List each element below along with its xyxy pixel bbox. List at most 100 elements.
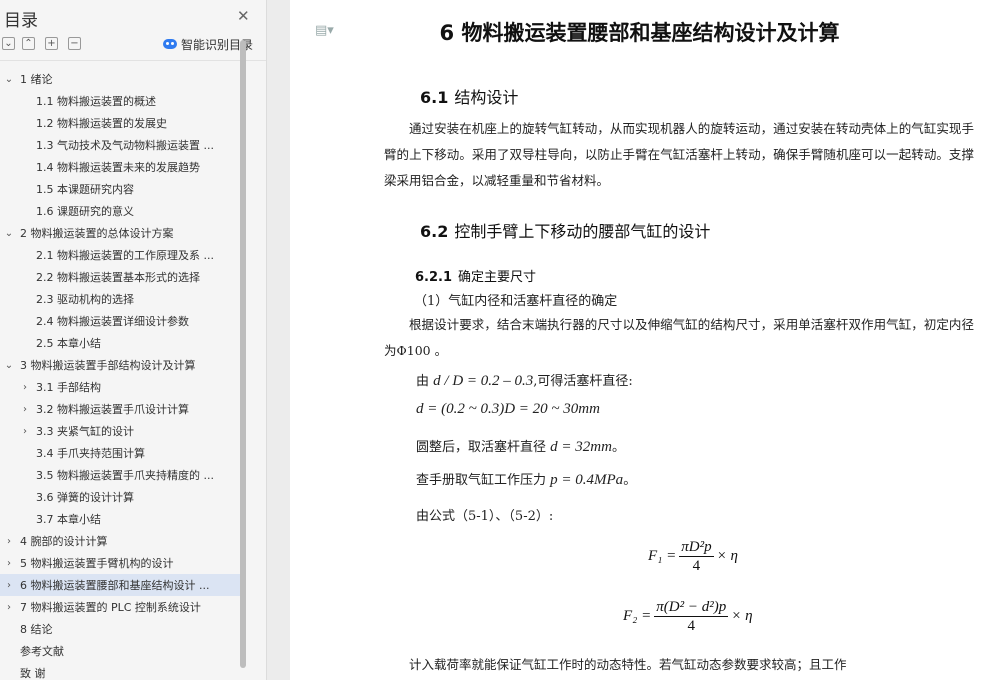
formula-lhs: F₁ = [648,548,677,564]
toc-scrollbar[interactable] [240,40,246,668]
chevron-right-icon[interactable]: › [4,602,14,613]
toc-item-label: 5 物料搬运装置手臂机构的设计 [20,557,174,570]
toc-item[interactable]: 1.4 物料搬运装置未来的发展趋势 [0,156,240,178]
toc-item[interactable]: 2.3 驱动机构的选择 [0,288,240,310]
toc-item[interactable]: › 7 物料搬运装置的 PLC 控制系统设计 [0,596,240,618]
paragraph: 圆整后，取活塞杆直径 d = 32mm。 [416,436,625,456]
toc-item[interactable]: 1.2 物料搬运装置的发展史 [0,112,240,134]
formula-f2: F₂ = π(D² − d²)p 4 × η [623,598,753,635]
formula-lhs: F₂ = [623,608,652,624]
toc-item-label: 2.1 物料搬运装置的工作原理及系 ... [36,249,214,262]
fraction-numerator: πD²p [679,539,714,557]
text: 查手册取气缸工作压力 [416,473,547,488]
toc-item[interactable]: › 3.1 手部结构 [0,376,240,398]
chevron-right-icon[interactable]: › [4,536,14,547]
paragraph: 由 d / D = 0.2 – 0.3,可得活塞杆直径: [416,370,633,390]
toc-item-label: 1.4 物料搬运装置未来的发展趋势 [36,161,200,174]
paragraph: 计入载荷率就能保证气缸工作时的动态特性。若气缸动态参数要求较高；且工作 [409,657,847,672]
toc-item-label: 3.1 手部结构 [36,381,101,394]
toc-item-label: 3.4 手爪夹持范围计算 [36,447,145,460]
toc-item[interactable]: ⌄ 3 物料搬运装置手部结构设计及计算 [0,354,240,376]
chevron-down-icon[interactable]: ⌄ [4,74,14,85]
toc-item-label: 1.6 课题研究的意义 [36,205,134,218]
toc-item[interactable]: 3.6 弹簧的设计计算 [0,486,240,508]
math-line: d = (0.2 ~ 0.3)D = 20 ~ 30mm [416,401,600,418]
toc-item-label: 8 结论 [20,623,53,636]
toc-item-label: 1.2 物料搬运装置的发展史 [36,117,167,130]
toc-item[interactable]: 3.4 手爪夹持范围计算 [0,442,240,464]
toc-item[interactable]: › 4 腕部的设计计算 [0,530,240,552]
math-expression: d = (0.2 ~ 0.3)D = 20 ~ 30mm [416,401,600,417]
chevron-right-icon[interactable]: › [20,404,30,415]
toc-item[interactable]: 3.5 物料搬运装置手爪夹持精度的 ... [0,464,240,486]
toc-item[interactable]: › 3.3 夹紧气缸的设计 [0,420,240,442]
chevron-right-icon[interactable]: › [20,426,30,437]
toc-item-label: 3 物料搬运装置手部结构设计及计算 [20,359,196,372]
toc-item-label: 1 绪论 [20,73,53,86]
toc-item-label: 1.5 本课题研究内容 [36,183,134,196]
fraction: πD²p 4 [679,538,714,575]
toc-item[interactable]: 2.1 物料搬运装置的工作原理及系 ... [0,244,240,266]
chevron-right-icon[interactable]: › [4,558,14,569]
fraction-denominator: 4 [692,558,701,574]
toc-item[interactable]: 1.1 物料搬运装置的概述 [0,90,240,112]
subsection-title: 确定主要尺寸 [458,270,537,285]
toc-item-label: 6 物料搬运装置腰部和基座结构设计 ... [20,579,210,592]
math-expression: d / D = 0.2 – 0.3 [433,373,534,389]
document-page: ▤▾ 6 物料搬运装置腰部和基座结构设计及计算 6.1 结构设计 通过安装在机座上… [290,0,989,680]
add-heading-icon[interactable]: + [45,37,58,50]
toc-item[interactable]: 1.6 课题研究的意义 [0,200,240,222]
toc-item-label: 致 谢 [20,667,46,680]
chevron-down-icon[interactable]: ⌄ [4,360,14,371]
section-heading-6-1: 6.1 结构设计 [420,84,518,108]
chevron-right-icon[interactable]: › [20,382,30,393]
subsection-number: 6.2.1 [415,270,453,285]
remove-heading-icon[interactable]: − [68,37,81,50]
toc-item[interactable]: › 6 物料搬运装置腰部和基座结构设计 ... [0,574,240,596]
paragraph: 根据设计要求，结合末端执行器的尺寸以及伸缩气缸的结构尺寸，采用单活塞杆双作用气缸… [384,317,974,358]
toc-item[interactable]: 8 结论 [0,618,240,640]
close-icon[interactable]: ✕ [237,7,250,25]
formula-rhs: × η [731,608,753,624]
toolbar-divider [0,60,266,61]
toc-sidebar: 目录 ✕ ⌄ ⌃ + − 智能识别目录 ⌄ 1 绪论 1.1 物料搬运装置的概述 1.… [0,0,267,680]
toc-item-label: 3.6 弹簧的设计计算 [36,491,134,504]
toc-item[interactable]: 致 谢 [0,662,240,680]
subsection-heading-6-2-1: 6.2.1 确定主要尺寸 [415,266,536,285]
expand-up-icon[interactable]: ⌃ [22,37,35,50]
toc-item[interactable]: 1.3 气动技术及气动物料搬运装置 ... [0,134,240,156]
toc-item-label: 2.2 物料搬运装置基本形式的选择 [36,271,200,284]
toc-item[interactable]: 2.5 本章小结 [0,332,240,354]
toc-item-label: 3.3 夹紧气缸的设计 [36,425,134,438]
paragraph: 由公式（5-1）、（5-2）: [416,509,554,524]
paragraph: 通过安装在机座上的旋转气缸转动，从而实现机器人的旋转运动，通过安装在转动壳体上的… [384,121,974,188]
toc-item[interactable]: › 3.2 物料搬运装置手爪设计计算 [0,398,240,420]
toc-item-label: 1.3 气动技术及气动物料搬运装置 ... [36,139,214,152]
toc-item-label: 2.4 物料搬运装置详细设计参数 [36,315,189,328]
toc-item[interactable]: 1.5 本课题研究内容 [0,178,240,200]
toc-item[interactable]: ⌄ 1 绪论 [0,68,240,90]
chevron-down-icon[interactable]: ⌄ [4,228,14,239]
toc-item[interactable]: 2.4 物料搬运装置详细设计参数 [0,310,240,332]
chapter-title: 6 物料搬运装置腰部和基座结构设计及计算 [439,21,840,45]
chevron-right-icon[interactable]: › [4,580,14,591]
smart-toc-icon [163,39,177,49]
section-heading-6-2: 6.2 控制手臂上下移动的腰部气缸的设计 [420,218,710,242]
section-number: 6.2 [420,222,449,241]
collapse-all-icon[interactable]: ⌄ [2,37,15,50]
toc-item-label: 3.7 本章小结 [36,513,101,526]
toc-item[interactable]: ⌄ 2 物料搬运装置的总体设计方案 [0,222,240,244]
toc-item-label: 4 腕部的设计计算 [20,535,108,548]
toc-item[interactable]: 3.7 本章小结 [0,508,240,530]
toc-item-label: 2.3 驱动机构的选择 [36,293,134,306]
toc-item[interactable]: 2.2 物料搬运装置基本形式的选择 [0,266,240,288]
toc-item[interactable]: 参考文献 [0,640,240,662]
fraction: π(D² − d²)p 4 [654,598,729,635]
toc-item-label: 参考文献 [20,645,64,658]
toc-title: 目录 [4,11,38,31]
section-title: 控制手臂上下移动的腰部气缸的设计 [454,222,711,241]
toc-item-label: 1.1 物料搬运装置的概述 [36,95,156,108]
toc-item-label: 7 物料搬运装置的 PLC 控制系统设计 [20,601,201,614]
toc-item[interactable]: › 5 物料搬运装置手臂机构的设计 [0,552,240,574]
text: 。 [611,440,625,455]
